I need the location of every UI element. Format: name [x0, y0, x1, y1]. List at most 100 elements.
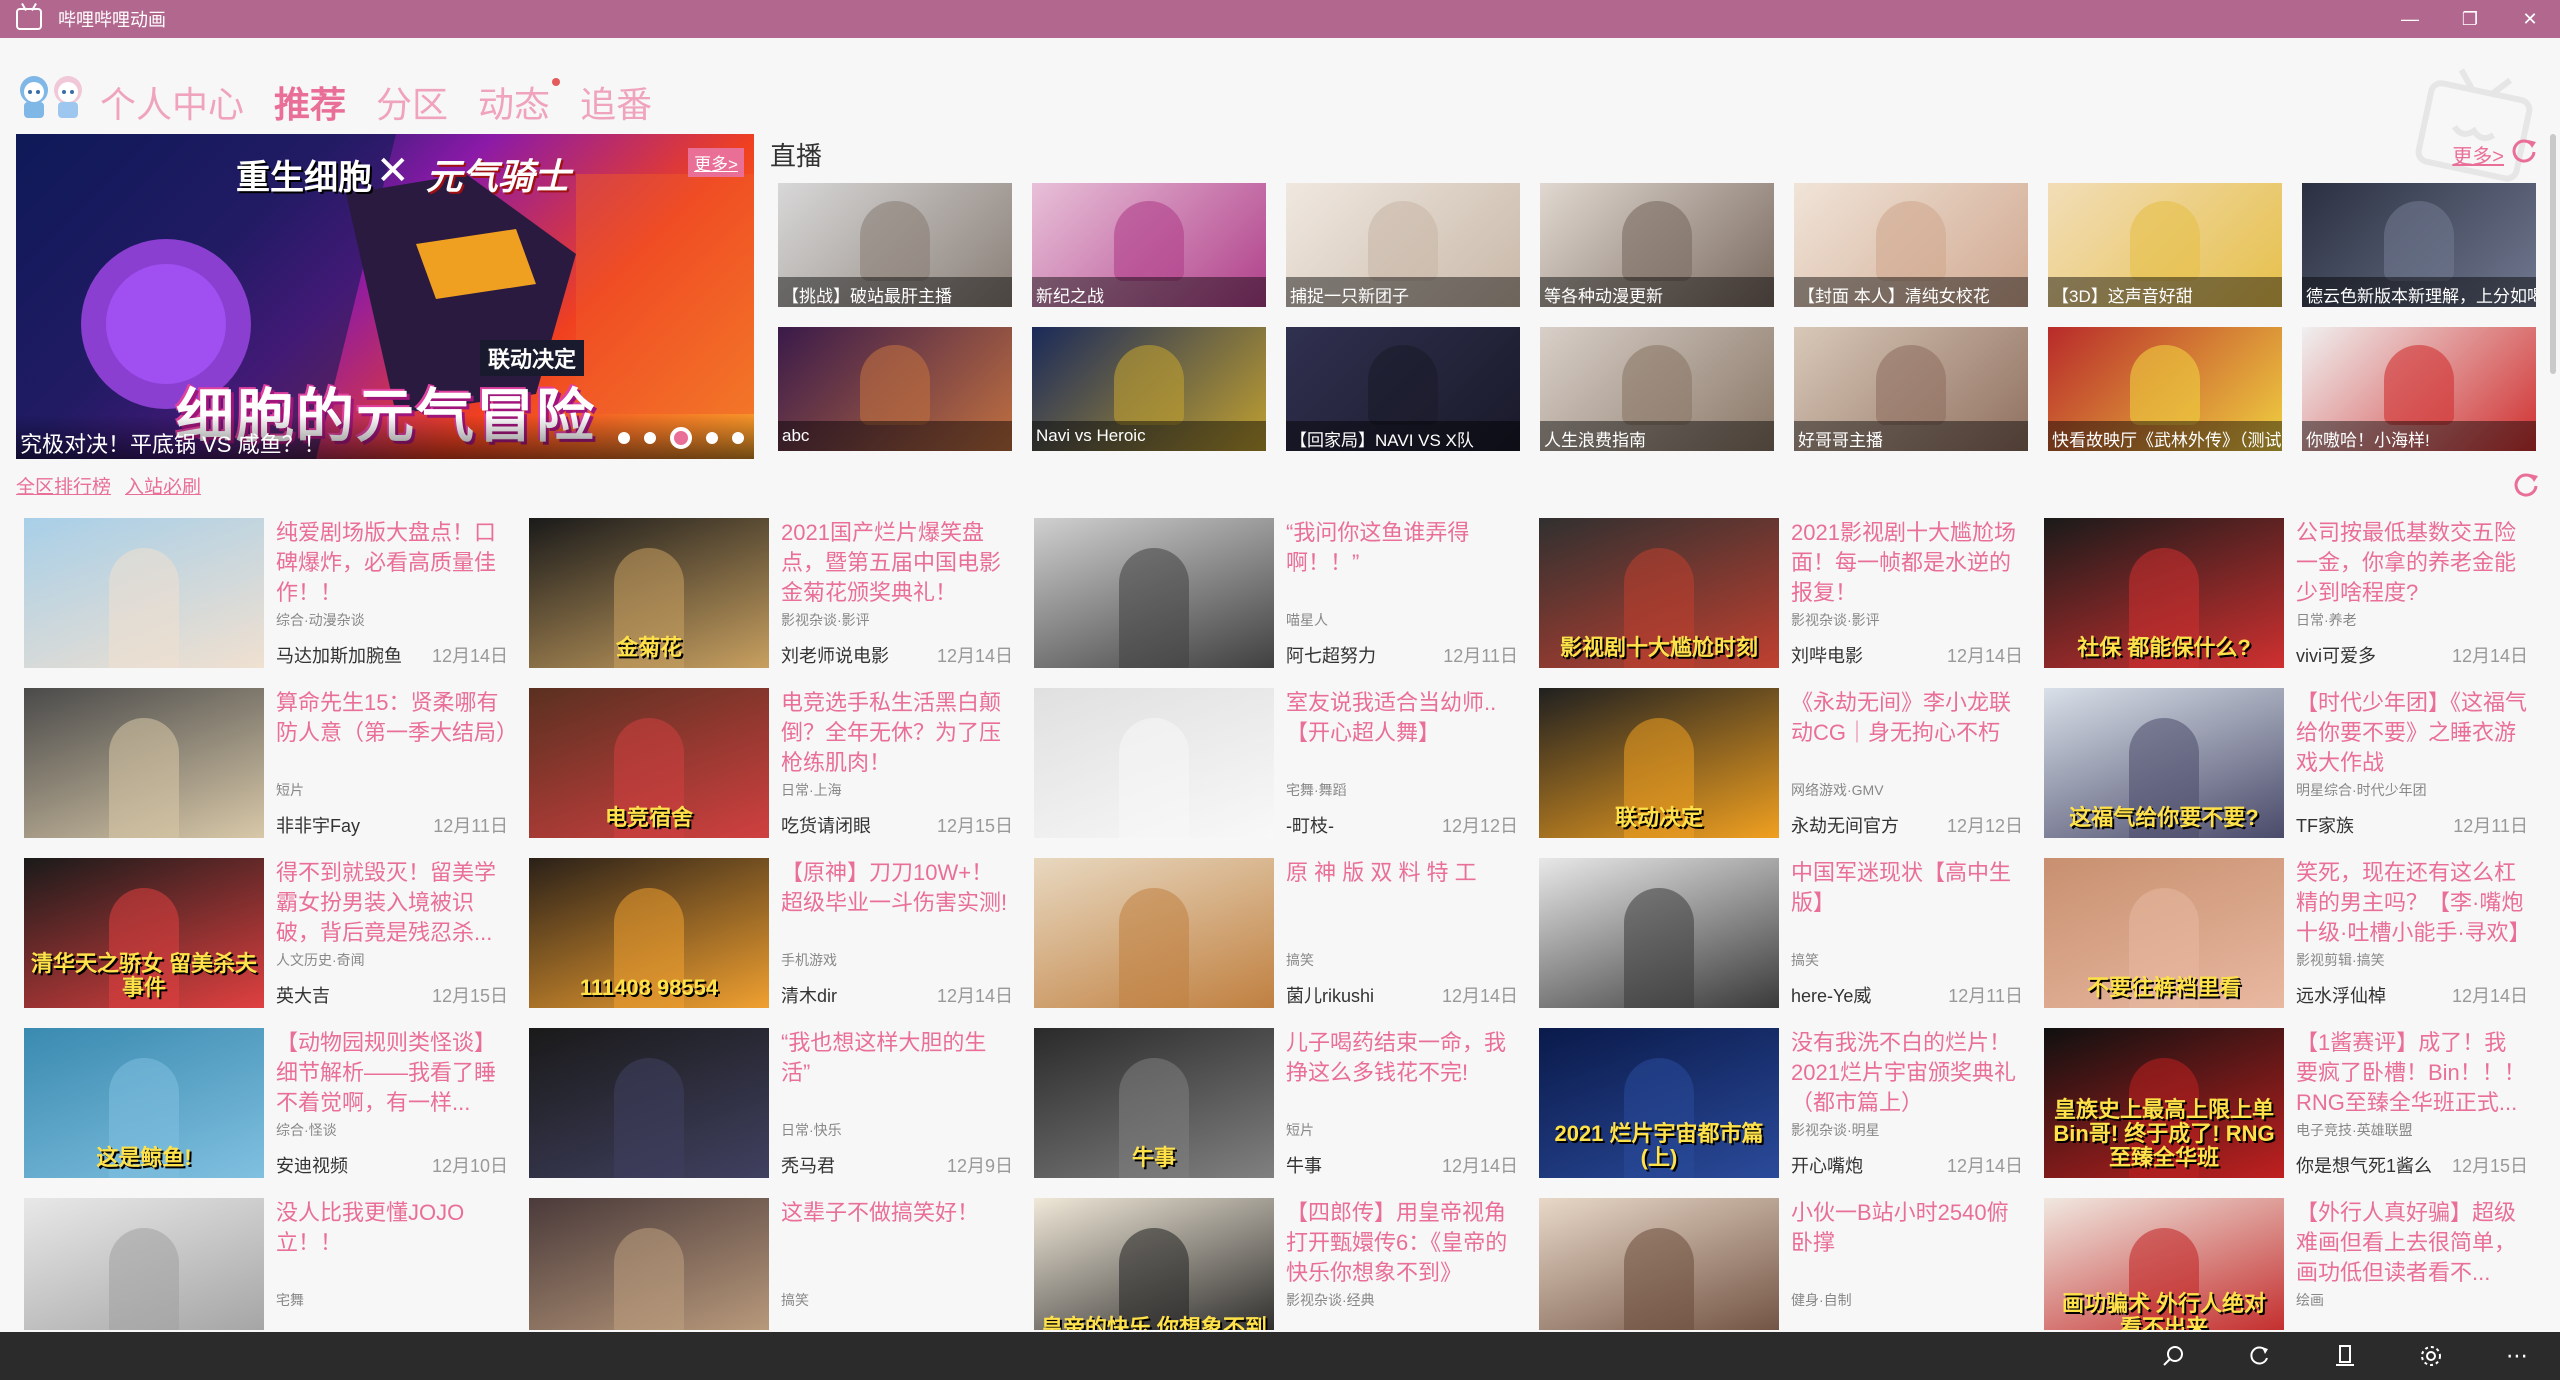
video-card[interactable]: 111408 98554 【原神】刀刀10W+！超级毕业一斗伤害实测! 手机游戏 清木… — [529, 858, 1013, 1008]
banner-more-link[interactable]: 更多> — [688, 148, 744, 177]
uploader-name[interactable]: -町枝- — [1286, 812, 1334, 838]
video-title[interactable]: 2021国产烂片爆笑盘点，暨第五届中国电影金菊花颁奖典礼！ — [781, 518, 1013, 608]
uploader-name[interactable]: vivi可爱多 — [2296, 642, 2376, 668]
video-title[interactable]: 笑死，现在还有这么杠精的男主吗？【李·嘴炮十级·吐槽小能手·寻欢】 — [2296, 858, 2528, 948]
video-title[interactable]: 【1酱赛评】成了！我要疯了卧槽！Bin！！！RNG至臻全华班正式... — [2296, 1028, 2528, 1118]
refresh-icon[interactable] — [2512, 470, 2540, 498]
video-title[interactable]: 没人比我更懂JOJO立！！ — [276, 1198, 508, 1288]
video-title[interactable]: 这辈子不做搞笑好！ — [781, 1198, 1013, 1288]
uploader-name[interactable]: 永劫无间官方 — [1791, 812, 1899, 838]
tab-personal-center[interactable]: 个人中心 — [100, 76, 244, 128]
video-title[interactable]: 《永劫无间》李小龙联动CG｜身无拘心不朽 — [1791, 688, 2023, 778]
must-watch-link[interactable]: 入站必刷 — [125, 472, 201, 499]
uploader-name[interactable]: 清木dir — [781, 982, 837, 1008]
banner-dot[interactable] — [732, 432, 744, 444]
video-title[interactable]: 得不到就毁灭！留美学霸女扮男装入境被识破，背后竟是残忍杀... — [276, 858, 508, 948]
video-card[interactable]: 画功骗术 外行人绝对 看不出来 【外行人真好骗】超级难画但看上去很简单，画功低但读… — [2044, 1198, 2528, 1330]
live-card[interactable]: Navi vs Heroic — [1032, 327, 1266, 451]
restore-button[interactable]: ❐ — [2440, 0, 2500, 38]
video-title[interactable]: 2021影视剧十大尴尬场面！每一帧都是水逆的报复！ — [1791, 518, 2023, 608]
video-title[interactable]: 没有我洗不白的烂片！2021烂片宇宙颁奖典礼（都市篇上） — [1791, 1028, 2023, 1118]
video-card[interactable]: 清华天之骄女 留美杀夫事件 得不到就毁灭！留美学霸女扮男装入境被识破，背后竟是残忍… — [24, 858, 508, 1008]
video-card[interactable]: 这是鲸鱼! 【动物园规则类怪谈】细节解析——我看了睡不着觉啊，有一样... 综合·怪… — [24, 1028, 508, 1178]
video-card[interactable]: 中国军迷现状【高中生版】 搞笑 here-Ye威 12月11日 — [1539, 858, 2023, 1008]
video-card[interactable]: 室友说我适合当幼师..【开心超人舞】 宅舞·舞蹈 -町枝- 12月12日 — [1034, 688, 1518, 838]
ranking-link[interactable]: 全区排行榜 — [16, 472, 111, 499]
scrollbar[interactable] — [2550, 134, 2556, 374]
refresh-icon[interactable] — [2510, 136, 2538, 164]
live-card[interactable]: 【3D】这声音好甜 — [2048, 183, 2282, 307]
video-title[interactable]: 原 神 版 双 料 特 工 — [1286, 858, 1518, 948]
refresh-icon[interactable] — [2216, 1332, 2302, 1380]
video-title[interactable]: 【四郎传】用皇帝视角打开甄嬛传6：《皇帝的快乐你想象不到》 — [1286, 1198, 1518, 1288]
uploader-name[interactable]: here-Ye威 — [1791, 982, 1871, 1008]
video-card[interactable]: “我问你这鱼谁弄得啊！！” 喵星人 阿七超努力 12月11日 — [1034, 518, 1518, 668]
banner-carousel[interactable]: 重生细胞 ✕ 元气骑士 联动决定 细胞的元气冒险 更多> 究极对决！平底锅 VS… — [16, 134, 754, 459]
live-card[interactable]: 德云色新版本新理解，上分如喝汤！ — [2302, 183, 2536, 307]
uploader-name[interactable]: 非非宇Fay — [276, 812, 360, 838]
live-card[interactable]: 你嗷哈！小海样! — [2302, 327, 2536, 451]
uploader-name[interactable]: TF家族 — [2296, 812, 2354, 838]
live-card[interactable]: 快看故映厅《武林外传》（测试） — [2048, 327, 2282, 451]
video-title[interactable]: 室友说我适合当幼师..【开心超人舞】 — [1286, 688, 1518, 778]
uploader-name[interactable]: 英大吉 — [276, 982, 330, 1008]
uploader-name[interactable]: 刘哔电影 — [1791, 642, 1863, 668]
video-title[interactable]: 中国军迷现状【高中生版】 — [1791, 858, 2023, 948]
video-card[interactable]: 这福气给你要不要? 【时代少年团】《这福气给你要不要》之睡衣游戏大作战 明星综合·时… — [2044, 688, 2528, 838]
banner-dot[interactable] — [706, 432, 718, 444]
tab-bangumi[interactable]: 追番 — [580, 76, 652, 128]
settings-gear-icon[interactable] — [2388, 1332, 2474, 1380]
tab-recommend[interactable]: 推荐 — [274, 76, 346, 128]
live-card[interactable]: 【封面 本人】清纯女校花 — [1794, 183, 2028, 307]
live-card[interactable]: 等各种动漫更新 — [1540, 183, 1774, 307]
video-card[interactable]: 纯爱剧场版大盘点！口碑爆炸，必看高质量佳作！！ 综合·动漫杂谈 马达加斯加腕鱼 12月… — [24, 518, 508, 668]
live-card[interactable]: 人生浪费指南 — [1540, 327, 1774, 451]
uploader-name[interactable]: 刘老师说电影 — [781, 642, 889, 668]
banner-dot[interactable] — [644, 432, 656, 444]
uploader-name[interactable]: 开心嘴炮 — [1791, 1152, 1863, 1178]
uploader-name[interactable]: 秃马君 — [781, 1152, 835, 1178]
video-card[interactable]: “我也想这样大胆的生活” 日常·快乐 秃马君 12月9日 — [529, 1028, 1013, 1178]
download-icon[interactable] — [2302, 1332, 2388, 1380]
uploader-name[interactable]: 你是想气死1酱么 — [2296, 1152, 2432, 1178]
video-card[interactable]: 2021 烂片宇宙都市篇(上) 没有我洗不白的烂片！2021烂片宇宙颁奖典礼（都市… — [1539, 1028, 2023, 1178]
live-more-link[interactable]: 更多> — [2452, 140, 2504, 169]
video-card[interactable]: 算命先生15：贤柔哪有防人意（第一季大结局） 短片 非非宇Fay 12月11日 — [24, 688, 508, 838]
video-card[interactable]: 社保 都能保什么? 公司按最低基数交五险一金，你拿的养老金能少到啥程度? 日常·养老… — [2044, 518, 2528, 668]
video-title[interactable]: “我也想这样大胆的生活” — [781, 1028, 1013, 1118]
video-title[interactable]: “我问你这鱼谁弄得啊！！” — [1286, 518, 1518, 608]
live-card[interactable]: 【回家局】NAVI VS X队 — [1286, 327, 1520, 451]
video-card[interactable]: 电竞宿舍 电竞选手私生活黑白颠倒？全年无休？为了压枪练肌肉！ 日常·上海 吃货请闭眼 1… — [529, 688, 1013, 838]
uploader-name[interactable]: 菌儿rikushi — [1286, 982, 1374, 1008]
tab-partition[interactable]: 分区 — [376, 76, 448, 128]
video-card[interactable]: 皇族史上最高上限上单 Bin哥! 终于成了! RNG至臻全华班 【1酱赛评】成了！… — [2044, 1028, 2528, 1178]
video-title[interactable]: 纯爱剧场版大盘点！口碑爆炸，必看高质量佳作！！ — [276, 518, 508, 608]
uploader-name[interactable]: 阿七超努力 — [1286, 642, 1376, 668]
live-card[interactable]: 捕捉一只新团子 — [1286, 183, 1520, 307]
video-card[interactable]: 皇帝的快乐 你想象不到 【四郎传】用皇帝视角打开甄嬛传6：《皇帝的快乐你想象不到》… — [1034, 1198, 1518, 1330]
video-title[interactable]: 小伙一B站小时2540俯卧撑 — [1791, 1198, 2023, 1288]
uploader-name[interactable]: 牛事 — [1286, 1152, 1322, 1178]
banner-dot-active[interactable] — [670, 427, 692, 449]
live-card[interactable]: abc — [778, 327, 1012, 451]
search-icon[interactable] — [2130, 1332, 2216, 1380]
uploader-name[interactable]: 吃货请闭眼 — [781, 812, 871, 838]
video-card[interactable]: 影视剧十大尴尬时刻 2021影视剧十大尴尬场面！每一帧都是水逆的报复！ 影视杂谈·影… — [1539, 518, 2023, 668]
live-card[interactable]: 【挑战】破站最肝主播 — [778, 183, 1012, 307]
video-card[interactable]: 小伙一B站小时2540俯卧撑 健身·自制 — [1539, 1198, 2023, 1330]
video-card[interactable]: 原 神 版 双 料 特 工搞笑 菌儿rikushi 12月14日 — [1034, 858, 1518, 1008]
live-card[interactable]: 好哥哥主播 — [1794, 327, 2028, 451]
video-card[interactable]: 联动决定 《永劫无间》李小龙联动CG｜身无拘心不朽 网络游戏·GMV 永劫无间官方 12… — [1539, 688, 2023, 838]
video-card[interactable]: 不要往裤裆里看 笑死，现在还有这么杠精的男主吗？【李·嘴炮十级·吐槽小能手·寻欢】… — [2044, 858, 2528, 1008]
video-title[interactable]: 【动物园规则类怪谈】细节解析——我看了睡不着觉啊，有一样... — [276, 1028, 508, 1118]
video-card[interactable]: 牛事 儿子喝药结束一命，我挣这么多钱花不完! 短片 牛事 12月14日 — [1034, 1028, 1518, 1178]
video-title[interactable]: 电竞选手私生活黑白颠倒？全年无休？为了压枪练肌肉！ — [781, 688, 1013, 778]
video-card[interactable]: 金菊花 2021国产烂片爆笑盘点，暨第五届中国电影金菊花颁奖典礼！ 影视杂谈·影评刘… — [529, 518, 1013, 668]
more-icon[interactable]: ⋯ — [2474, 1332, 2560, 1380]
banner-dot[interactable] — [618, 432, 630, 444]
video-title[interactable]: 【时代少年团】《这福气给你要不要》之睡衣游戏大作战 — [2296, 688, 2528, 778]
uploader-name[interactable]: 远水浮仙棹 — [2296, 982, 2386, 1008]
tab-dynamic[interactable]: 动态 — [478, 76, 561, 128]
video-card[interactable]: 没人比我更懂JOJO立！！ 宅舞 — [24, 1198, 508, 1330]
video-title[interactable]: 公司按最低基数交五险一金，你拿的养老金能少到啥程度? — [2296, 518, 2528, 608]
